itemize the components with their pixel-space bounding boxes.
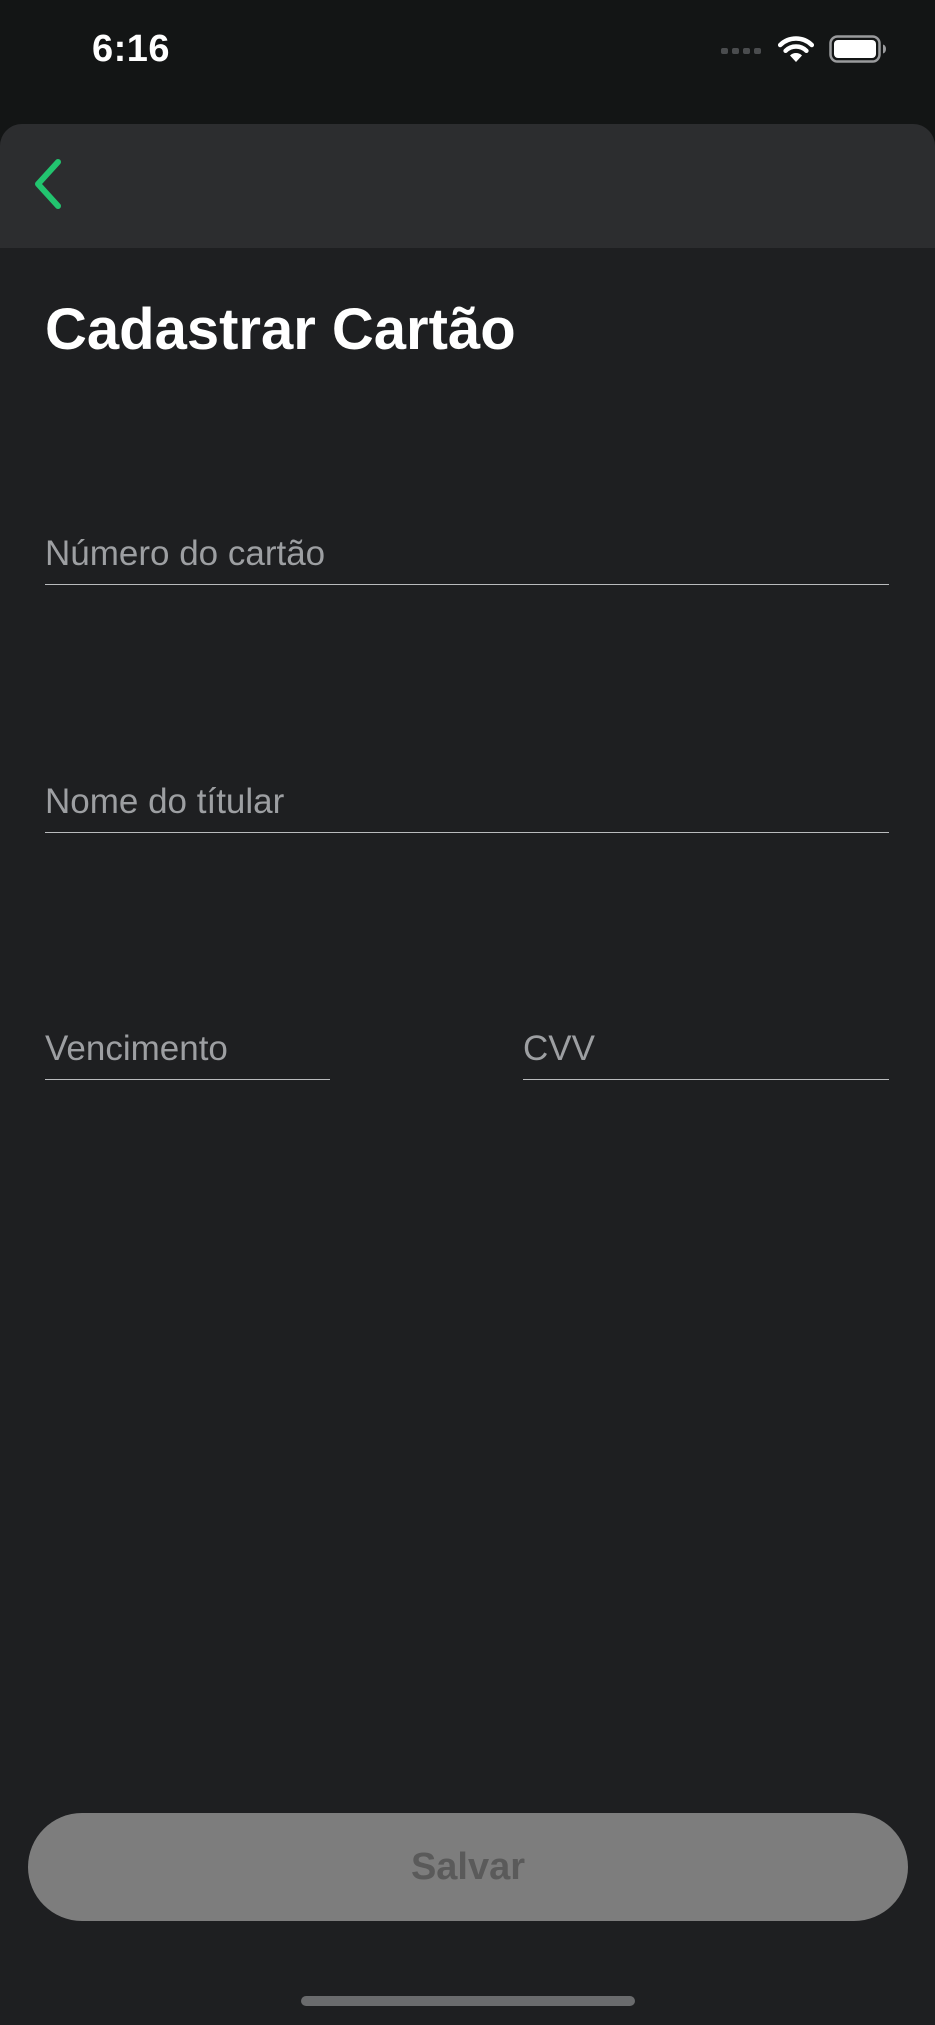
status-icons	[721, 34, 887, 69]
card-number-field[interactable]	[45, 524, 889, 584]
status-time: 6:16	[92, 28, 171, 70]
page-title: Cadastrar Cartão	[45, 297, 516, 362]
wifi-icon	[777, 34, 815, 69]
expiry-field-container	[45, 1019, 330, 1080]
holder-name-field[interactable]	[45, 772, 889, 832]
battery-icon	[829, 35, 887, 68]
cvv-field-container	[523, 1019, 889, 1080]
cvv-field[interactable]	[523, 1019, 889, 1079]
back-button[interactable]	[20, 158, 76, 214]
form-sheet: Cadastrar Cartão Salvar	[0, 124, 935, 2025]
save-button[interactable]: Salvar	[28, 1813, 908, 1921]
holder-name-field-container	[45, 772, 889, 833]
home-indicator	[301, 1996, 635, 2006]
chevron-left-icon	[32, 158, 64, 215]
expiry-field[interactable]	[45, 1019, 330, 1079]
cellular-signal-icon	[721, 43, 763, 61]
navigation-bar	[0, 124, 935, 248]
status-bar: 6:16	[0, 0, 935, 124]
card-number-field-container	[45, 524, 889, 585]
